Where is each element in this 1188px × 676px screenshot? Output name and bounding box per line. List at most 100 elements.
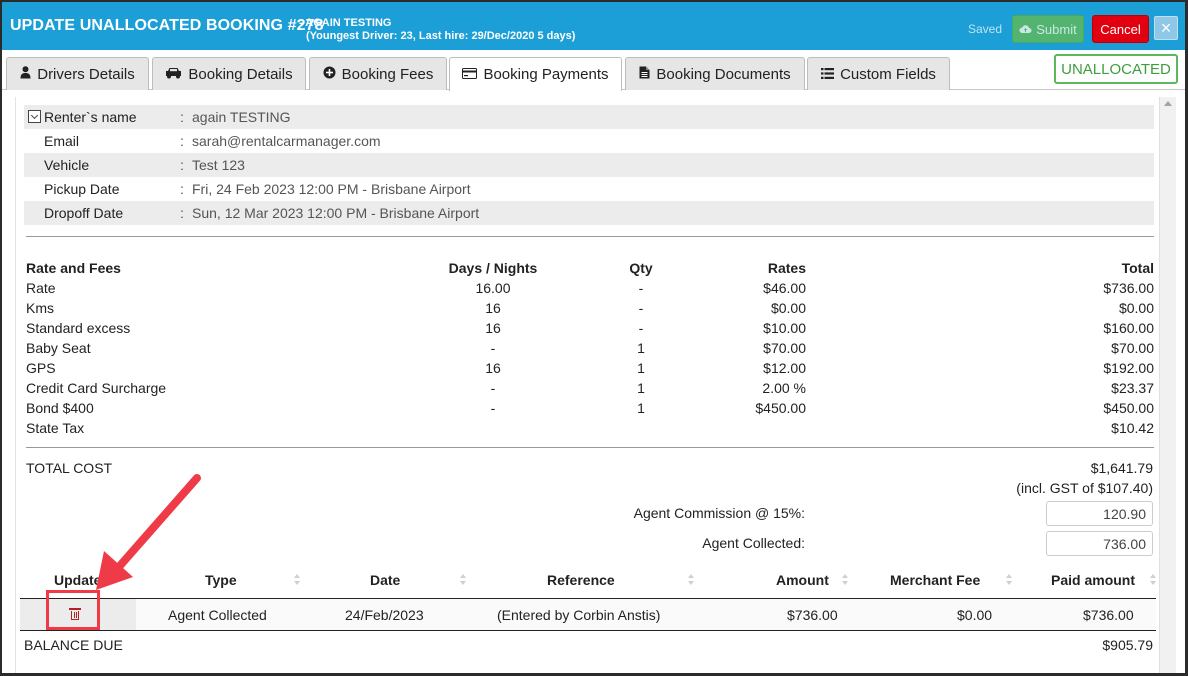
payment-paid-amount: $736.00 [1083, 607, 1134, 623]
highlight-box [46, 590, 100, 630]
header-total: Total [1121, 260, 1154, 276]
info-label: Vehicle [44, 157, 90, 173]
agent-commission-label: Agent Commission @ 15%: [633, 505, 805, 521]
tab-booking-fees[interactable]: Booking Fees [309, 57, 447, 90]
fee-rate: $46.00 [763, 280, 806, 296]
info-label: Renter`s name [44, 109, 137, 125]
payment-reference: (Entered by Corbin Anstis) [497, 607, 661, 623]
fee-qty: 1 [637, 380, 645, 396]
fee-rate: $70.00 [763, 340, 806, 356]
sort-icon[interactable] [842, 574, 848, 586]
total-cost-value: $1,641.79 [1090, 460, 1153, 476]
fee-days: - [490, 400, 496, 416]
sort-icon[interactable] [460, 574, 466, 586]
info-colon: : [180, 181, 184, 197]
fee-days: 16 [485, 360, 501, 376]
header-merchant-fee[interactable]: Merchant Fee [890, 572, 980, 588]
fee-days: 16.00 [475, 280, 511, 296]
fee-row: GPS 16 1 $12.00 $192.00 [26, 358, 1154, 378]
agent-collected-label: Agent Collected: [702, 535, 805, 551]
cancel-button[interactable]: Cancel [1092, 15, 1149, 43]
info-label: Dropoff Date [44, 205, 124, 221]
agent-commission-field[interactable]: 120.90 [1046, 501, 1153, 526]
credit-card-icon [462, 67, 478, 82]
scroll-up-icon[interactable] [1164, 101, 1172, 106]
total-cost-label: TOTAL COST [26, 460, 113, 476]
fee-name: Kms [26, 300, 54, 316]
info-value: sarah@rentalcarmanager.com [192, 133, 381, 149]
tab-booking-details[interactable]: Booking Details [152, 57, 306, 90]
fee-total: $192.00 [1103, 360, 1154, 376]
header-reference[interactable]: Reference [547, 572, 615, 588]
fee-qty: - [638, 320, 644, 336]
header-update[interactable]: Update [54, 572, 101, 588]
fee-qty: - [638, 300, 644, 316]
car-icon [165, 67, 182, 82]
close-icon[interactable]: × [1154, 16, 1178, 40]
fee-rate: 2.00 % [762, 380, 806, 396]
fee-qty: 1 [637, 340, 645, 356]
fee-row: Baby Seat - 1 $70.00 $70.00 [26, 338, 1154, 358]
header-days-nights: Days / Nights [448, 260, 538, 276]
payment-date: 24/Feb/2023 [345, 607, 424, 623]
tab-bar: Drivers Details Booking Details Booking … [2, 50, 1185, 91]
renter-name-row: Renter`s name : again TESTING [24, 105, 1154, 129]
header-amount[interactable]: Amount [776, 572, 829, 588]
pickup-date-row: Pickup Date : Fri, 24 Feb 2023 12:00 PM … [24, 177, 1154, 201]
fee-days: - [490, 380, 496, 396]
fee-days: 16 [485, 300, 501, 316]
tab-custom-fields[interactable]: Custom Fields [807, 57, 950, 90]
payment-type: Agent Collected [168, 607, 267, 623]
fee-name: Credit Card Surcharge [26, 380, 167, 396]
list-icon [821, 67, 835, 82]
info-label: Email [44, 133, 80, 149]
info-colon: : [180, 205, 184, 221]
scrollbar[interactable] [1159, 97, 1176, 673]
info-value: Sun, 12 Mar 2023 12:00 PM - Brisbane Air… [192, 205, 480, 221]
fee-qty: - [638, 280, 644, 296]
fee-name: GPS [26, 360, 56, 376]
document-icon [639, 66, 650, 82]
balance-due-value: $905.79 [1102, 637, 1153, 653]
fee-total: $70.00 [1111, 340, 1154, 356]
submit-label: Submit [1036, 21, 1077, 37]
tab-drivers-details[interactable]: Drivers Details [6, 57, 149, 90]
tab-label: Booking Fees [341, 65, 434, 83]
dropoff-date-row: Dropoff Date : Sun, 12 Mar 2023 12:00 PM… [24, 201, 1154, 225]
header-paid-amount[interactable]: Paid amount [1051, 572, 1135, 588]
info-value: Fri, 24 Feb 2023 12:00 PM - Brisbane Air… [192, 181, 471, 197]
fee-row: Kms 16 - $0.00 $0.00 [26, 298, 1154, 318]
info-colon: : [180, 157, 184, 173]
divider [26, 447, 1154, 448]
email-row: Email : sarah@rentalcarmanager.com [24, 129, 1154, 153]
header-date[interactable]: Date [370, 572, 400, 588]
sort-icon[interactable] [1150, 574, 1156, 586]
header-qty: Qty [629, 260, 653, 276]
fee-rate: $0.00 [770, 300, 806, 316]
fee-name: State Tax [26, 420, 85, 436]
tab-booking-documents[interactable]: Booking Documents [625, 57, 805, 90]
booking-dialog: UPDATE UNALLOCATED BOOKING #278 - AGAIN … [0, 0, 1188, 676]
balance-due-label: BALANCE DUE [24, 637, 123, 653]
fee-total: $23.37 [1111, 380, 1154, 396]
saved-status: Saved [968, 22, 1003, 36]
sort-icon[interactable] [1006, 574, 1012, 586]
collapse-toggle-icon[interactable] [28, 110, 41, 123]
plus-circle-icon [323, 66, 336, 82]
fee-row: Credit Card Surcharge - 1 2.00 % $23.37 [26, 378, 1154, 398]
fee-total: $736.00 [1103, 280, 1154, 296]
tab-label: Drivers Details [37, 65, 135, 83]
header-rate-and-fees: Rate and Fees [26, 260, 121, 276]
status-badge: UNALLOCATED [1054, 54, 1178, 84]
fee-name: Bond $400 [26, 400, 94, 416]
payment-amount: $736.00 [787, 607, 838, 623]
submit-button[interactable]: Submit [1012, 15, 1084, 43]
tab-booking-payments[interactable]: Booking Payments [449, 57, 622, 91]
header-type[interactable]: Type [205, 572, 237, 588]
payments-panel: Renter`s name : again TESTING Email : sa… [15, 97, 1159, 673]
sort-icon[interactable] [688, 574, 694, 586]
fee-rate: $12.00 [763, 360, 806, 376]
agent-collected-field[interactable]: 736.00 [1046, 531, 1153, 556]
renter-subtitle: - AGAIN TESTING [299, 17, 392, 29]
sort-icon[interactable] [294, 574, 300, 586]
